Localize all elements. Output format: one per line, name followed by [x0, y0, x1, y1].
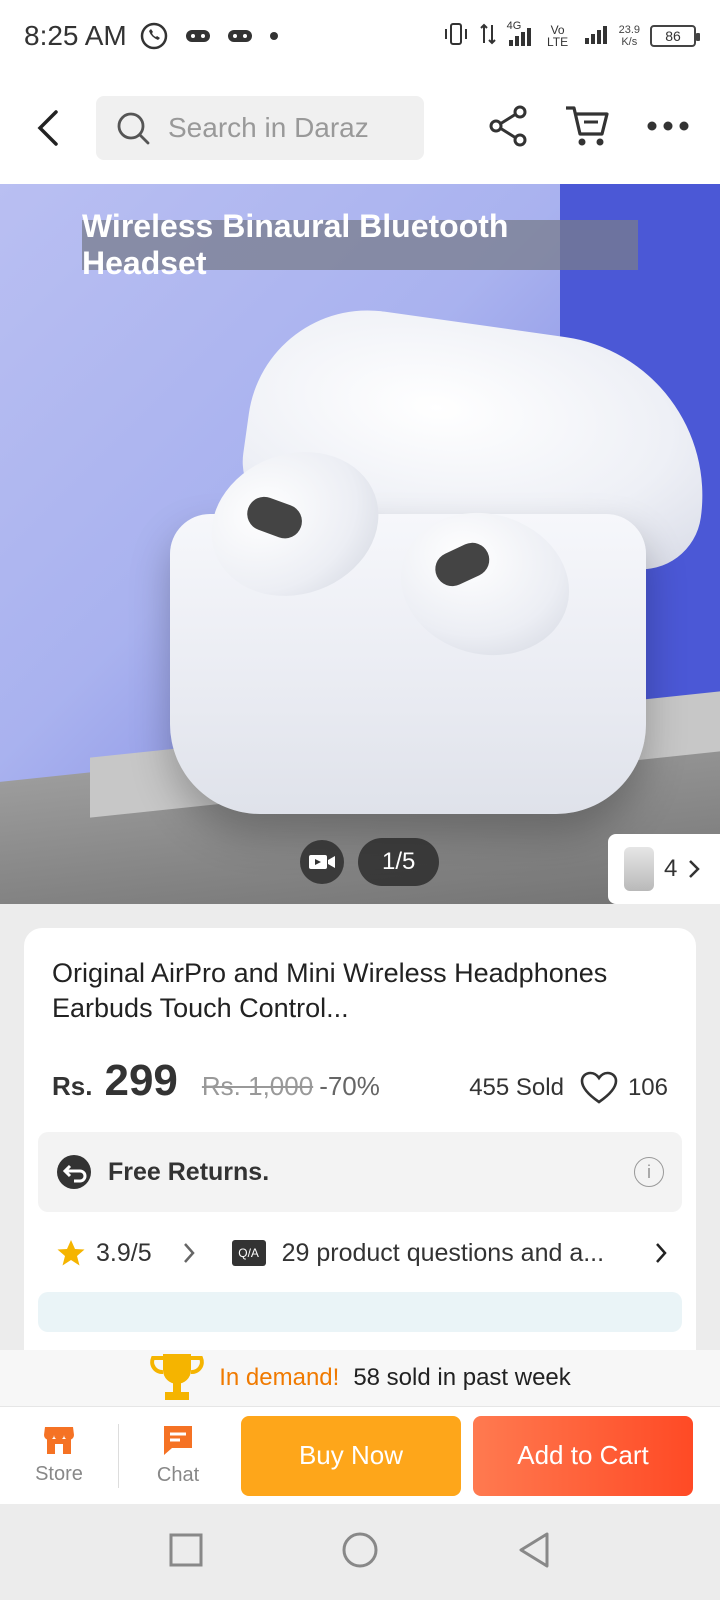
chevron-left-icon [37, 110, 58, 146]
free-returns-label: Free Returns. [108, 1157, 270, 1186]
store-label: Store [35, 1463, 83, 1485]
price-currency: Rs. [52, 1071, 93, 1101]
more-options-button[interactable] [646, 119, 690, 137]
cart-button[interactable] [564, 104, 610, 153]
chat-label: Chat [156, 1464, 200, 1486]
battery-level: 86 [665, 28, 681, 44]
rating-value: 3.9/5 [96, 1238, 152, 1267]
star-icon [57, 1240, 85, 1266]
in-demand-banner: In demand! 58 sold in past week [0, 1350, 720, 1406]
product-image-gallery[interactable]: Wireless Binaural Bluetooth Headset 1/5 … [0, 184, 720, 904]
info-icon[interactable]: i [634, 1157, 664, 1187]
wishlist-count: 106 [627, 1074, 668, 1101]
chevron-right-icon [656, 1243, 667, 1263]
square-icon [169, 1533, 203, 1566]
rating-row: 3.9/5 Q/A 29 product questions and a... [52, 1238, 668, 1268]
signal-4g-icon: 4G [507, 20, 533, 48]
network-speed: 23.9 K/s [618, 24, 640, 48]
variant-count: 4 [664, 855, 678, 882]
triangle-back-icon [519, 1532, 549, 1567]
image-counter: 1/5 [358, 838, 440, 886]
status-bar: 8:25 AM 4G Vo LTE 23.9 K/s 86 [0, 0, 720, 72]
chevron-right-icon [689, 860, 701, 878]
system-navigation-bar [0, 1504, 720, 1600]
battery-icon: 86 [650, 25, 700, 47]
game-controller-icon [185, 27, 211, 45]
chat-icon [164, 1426, 192, 1455]
return-icon [57, 1155, 91, 1189]
in-demand-text: 58 sold in past week [353, 1364, 571, 1391]
vibrate-icon [443, 21, 469, 52]
variant-thumbnail [624, 847, 654, 891]
recent-apps-button[interactable] [169, 1533, 203, 1572]
back-button[interactable] [0, 72, 96, 184]
search-input[interactable] [168, 112, 408, 144]
qa-button[interactable]: Q/A 29 product questions and a... [231, 1238, 668, 1268]
data-transfer-icon [479, 21, 497, 52]
free-returns-row[interactable]: Free Returns. i [38, 1132, 682, 1212]
bottom-action-bar: Store Chat Buy Now Add to Cart [0, 1406, 720, 1504]
volte-label: Vo LTE [547, 23, 569, 49]
more-variants-button[interactable]: 4 [608, 834, 720, 904]
notification-dot-icon [269, 31, 279, 41]
chevron-right-icon [183, 1243, 195, 1263]
add-to-cart-button[interactable]: Add to Cart [473, 1415, 693, 1496]
more-icon [647, 121, 689, 131]
price: 299 [104, 1056, 178, 1105]
buy-now-button[interactable]: Buy Now [241, 1415, 461, 1496]
discount-badge: -70% [319, 1071, 380, 1101]
home-button[interactable] [341, 1531, 379, 1574]
share-button[interactable] [488, 104, 528, 153]
price-row: Rs. 299 Rs. 1,000 -70% 455 Sold 106 [52, 1056, 668, 1106]
back-nav-button[interactable] [517, 1531, 551, 1574]
qa-icon: Q/A [231, 1240, 266, 1266]
chat-button[interactable]: Chat [119, 1407, 237, 1505]
heart-icon [580, 1071, 618, 1104]
search-icon [117, 112, 150, 145]
cart-icon [566, 105, 609, 145]
top-app-bar [0, 72, 720, 184]
original-price: Rs. 1,000 [201, 1071, 314, 1101]
share-icon [489, 105, 527, 146]
in-demand-label: In demand! [219, 1364, 340, 1391]
product-info-card: Original AirPro and Mini Wireless Headph… [24, 928, 696, 1388]
product-title: Original AirPro and Mini Wireless Headph… [52, 958, 608, 1023]
signal-icon [583, 22, 609, 51]
circle-icon [342, 1532, 378, 1567]
delivery-policy-row[interactable] [38, 1292, 682, 1332]
trophy-icon [150, 1354, 205, 1400]
sold-count: 455 Sold [469, 1074, 564, 1101]
whatsapp-icon [139, 21, 169, 51]
status-time: 8:25 AM [24, 20, 127, 51]
store-button[interactable]: Store [0, 1407, 118, 1505]
store-icon [44, 1427, 74, 1454]
wishlist-button[interactable]: 106 [580, 1071, 668, 1105]
rating-button[interactable]: 3.9/5 [52, 1238, 196, 1268]
search-bar[interactable] [96, 96, 424, 160]
video-button[interactable] [300, 840, 344, 884]
qa-text: 29 product questions and a... [281, 1238, 605, 1267]
game-controller-icon [227, 27, 253, 45]
image-headline: Wireless Binaural Bluetooth Headset [82, 208, 638, 281]
video-camera-icon [309, 855, 335, 869]
